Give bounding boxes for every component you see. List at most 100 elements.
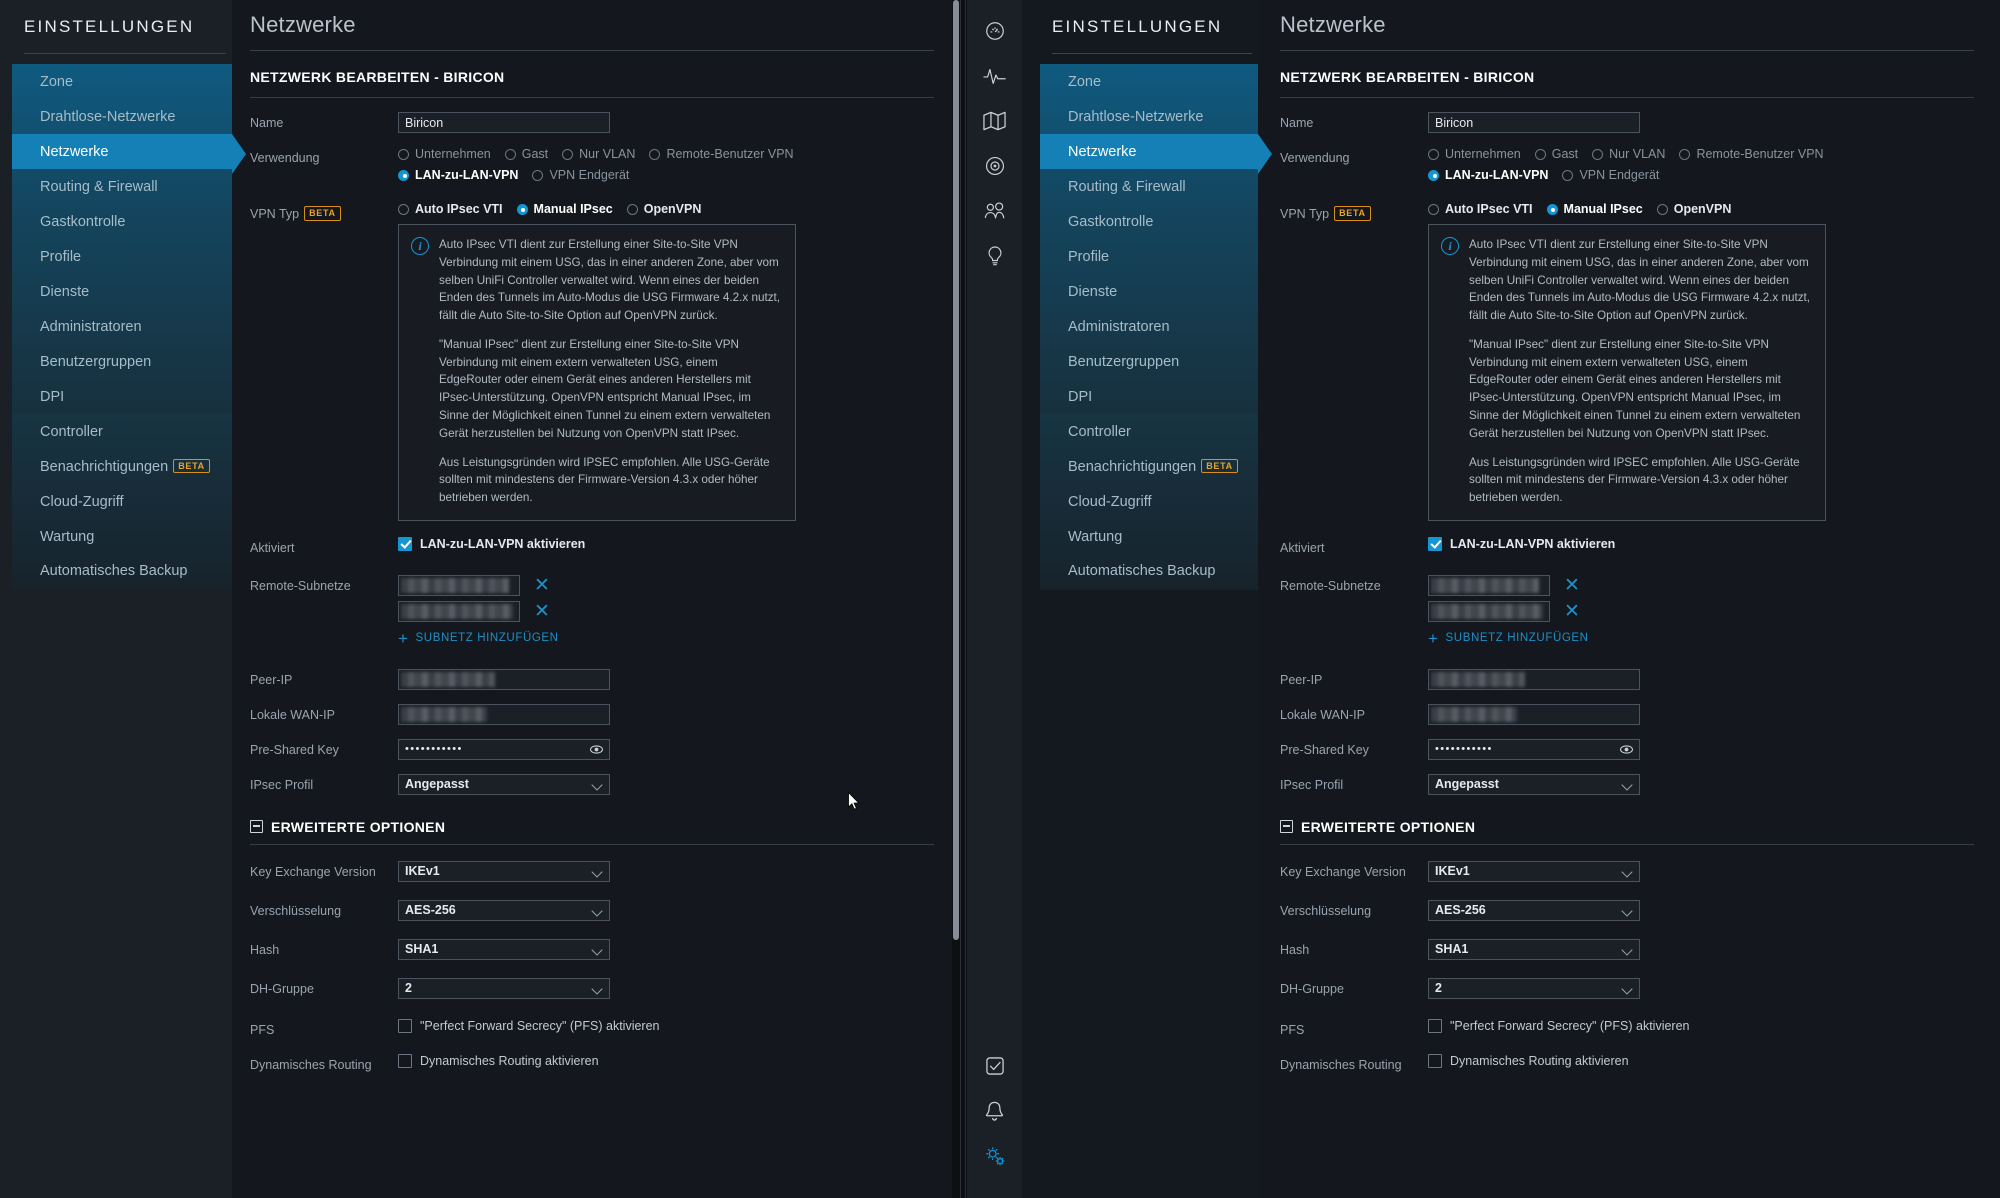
radio-openvpn[interactable]: OpenVPN <box>1656 202 1731 216</box>
sidebar-item-cloud-zugriff[interactable]: Cloud-Zugriff <box>12 484 232 519</box>
content-scrollbar-left[interactable] <box>952 0 960 1198</box>
sidebar-item-netzwerke[interactable]: Netzwerke <box>1040 134 1272 174</box>
sidebar-item-controller[interactable]: Controller <box>1040 414 1258 449</box>
hash-select[interactable]: SHA1 <box>1428 938 1640 960</box>
sidebar-item-netzwerke[interactable]: Netzwerke <box>12 134 246 174</box>
ipsec-profile-select[interactable]: Angepasst <box>398 773 610 795</box>
radio-unternehmen[interactable]: Unternehmen <box>1428 147 1521 161</box>
remove-subnet-button[interactable]: ✕ <box>534 576 550 595</box>
pfs-checkbox[interactable]: "Perfect Forward Secrecy" (PFS) aktivier… <box>1428 1018 1690 1033</box>
radio-openvpn[interactable]: OpenVPN <box>626 202 701 216</box>
ipsec-profile-select[interactable]: Angepasst <box>1428 773 1640 795</box>
collapse-icon[interactable] <box>1280 820 1293 834</box>
sidebar-item-drahtlose-netzwerke[interactable]: Drahtlose-Netzwerke <box>1040 99 1258 134</box>
scrollbar-thumb[interactable] <box>953 0 959 940</box>
dashboard-icon[interactable] <box>978 14 1012 48</box>
sidebar-item-gastkontrolle[interactable]: Gastkontrolle <box>12 204 232 239</box>
radio-nur-vlan[interactable]: Nur VLAN <box>562 147 635 161</box>
settings-icon[interactable] <box>978 1139 1012 1173</box>
show-password-icon[interactable] <box>1620 744 1633 754</box>
sidebar-item-gastkontrolle[interactable]: Gastkontrolle <box>1040 204 1258 239</box>
sidebar-item-automatisches-backup[interactable]: Automatisches Backup <box>12 554 232 590</box>
sidebar-item-administratoren[interactable]: Administratoren <box>12 309 232 344</box>
encryption-select[interactable]: AES-256 <box>1428 899 1640 921</box>
sidebar-item-profile[interactable]: Profile <box>12 239 232 274</box>
radio-auto-ipsec-vti[interactable]: Auto IPsec VTI <box>398 202 503 216</box>
map-icon[interactable] <box>978 104 1012 138</box>
sidebar-item-automatisches-backup[interactable]: Automatisches Backup <box>1040 554 1258 590</box>
key-exchange-select[interactable]: IKEv1 <box>398 860 610 882</box>
dh-group-select[interactable]: 2 <box>398 977 610 999</box>
sidebar-item-benachrichtigungen[interactable]: Benachrichtigungen BETA <box>1040 449 1258 484</box>
radio-lan-zu-lan-vpn[interactable]: LAN-zu-LAN-VPN <box>398 168 518 182</box>
sidebar-item-administratoren[interactable]: Administratoren <box>1040 309 1258 344</box>
sidebar-item-dpi[interactable]: DPI <box>1040 379 1258 414</box>
add-subnet-button[interactable]: + SUBNETZ HINZUFÜGEN <box>398 630 559 647</box>
radio-dot-icon <box>626 203 638 215</box>
radio-remote-benutzer-vpn[interactable]: Remote-Benutzer VPN <box>649 147 794 161</box>
sidebar-item-routing-firewall[interactable]: Routing & Firewall <box>12 169 232 204</box>
dh-group-select[interactable]: 2 <box>1428 977 1640 999</box>
remove-subnet-button[interactable]: ✕ <box>534 602 550 621</box>
sidebar-item-dienste[interactable]: Dienste <box>1040 274 1258 309</box>
sidebar-item-benachrichtigungen[interactable]: Benachrichtigungen BETA <box>12 449 232 484</box>
sidebar-item-benutzergruppen[interactable]: Benutzergruppen <box>1040 344 1258 379</box>
dynamic-routing-checkbox[interactable]: Dynamisches Routing aktivieren <box>1428 1054 1629 1069</box>
add-subnet-button[interactable]: + SUBNETZ HINZUFÜGEN <box>1428 630 1589 647</box>
sidebar-item-cloud-zugriff[interactable]: Cloud-Zugriff <box>1040 484 1258 519</box>
enabled-checkbox[interactable]: LAN-zu-LAN-VPN aktivieren <box>1428 536 1615 551</box>
dynamic-routing-checkbox[interactable]: Dynamisches Routing aktivieren <box>398 1054 599 1069</box>
subnet-input-1[interactable] <box>398 574 520 596</box>
advanced-options-header[interactable]: ERWEITERTE OPTIONEN <box>250 819 934 835</box>
radio-gast[interactable]: Gast <box>1534 147 1578 161</box>
target-icon[interactable] <box>978 149 1012 183</box>
local-wan-ip-input[interactable] <box>398 703 610 725</box>
sidebar-item-wartung[interactable]: Wartung <box>12 519 232 554</box>
peer-ip-input[interactable] <box>1428 668 1640 690</box>
radio-remote-benutzer-vpn[interactable]: Remote-Benutzer VPN <box>1679 147 1824 161</box>
radio-vpn-endgeraet[interactable]: VPN Endgerät <box>532 168 629 182</box>
sidebar-item-profile[interactable]: Profile <box>1040 239 1258 274</box>
radio-vpn-endgeraet[interactable]: VPN Endgerät <box>1562 168 1659 182</box>
sidebar-item-routing-firewall[interactable]: Routing & Firewall <box>1040 169 1258 204</box>
subnet-input-1[interactable] <box>1428 574 1550 596</box>
radio-lan-zu-lan-vpn[interactable]: LAN-zu-LAN-VPN <box>1428 168 1548 182</box>
sidebar-item-benutzergruppen[interactable]: Benutzergruppen <box>12 344 232 379</box>
collapse-icon[interactable] <box>250 820 263 834</box>
subnet-input-2[interactable] <box>398 600 520 622</box>
name-input[interactable] <box>1428 112 1640 133</box>
radio-manual-ipsec[interactable]: Manual IPsec <box>1546 202 1643 216</box>
hash-select[interactable]: SHA1 <box>398 938 610 960</box>
subnet-input-2[interactable] <box>1428 600 1550 622</box>
radio-manual-ipsec[interactable]: Manual IPsec <box>516 202 613 216</box>
radio-nur-vlan[interactable]: Nur VLAN <box>1592 147 1665 161</box>
psk-input[interactable]: ••••••••••• <box>1428 738 1640 760</box>
key-exchange-select[interactable]: IKEv1 <box>1428 860 1640 882</box>
enabled-checkbox[interactable]: LAN-zu-LAN-VPN aktivieren <box>398 536 585 551</box>
alerts-icon[interactable] <box>978 1094 1012 1128</box>
show-password-icon[interactable] <box>590 744 603 754</box>
sidebar-item-dpi[interactable]: DPI <box>12 379 232 414</box>
sidebar-item-dienste[interactable]: Dienste <box>12 274 232 309</box>
tasks-icon[interactable] <box>978 1049 1012 1083</box>
clients-icon[interactable] <box>978 194 1012 228</box>
radio-auto-ipsec-vti[interactable]: Auto IPsec VTI <box>1428 202 1533 216</box>
sidebar-item-zone[interactable]: Zone <box>12 64 232 99</box>
local-wan-ip-input[interactable] <box>1428 703 1640 725</box>
sidebar-item-wartung[interactable]: Wartung <box>1040 519 1258 554</box>
sidebar-item-zone[interactable]: Zone <box>1040 64 1258 99</box>
statistics-icon[interactable] <box>978 59 1012 93</box>
radio-gast[interactable]: Gast <box>504 147 548 161</box>
radio-unternehmen[interactable]: Unternehmen <box>398 147 491 161</box>
encryption-select[interactable]: AES-256 <box>398 899 610 921</box>
insights-icon[interactable] <box>978 239 1012 273</box>
sidebar-item-drahtlose-netzwerke[interactable]: Drahtlose-Netzwerke <box>12 99 232 134</box>
name-input[interactable] <box>398 112 610 133</box>
peer-ip-input[interactable] <box>398 668 610 690</box>
remove-subnet-button[interactable]: ✕ <box>1564 602 1580 621</box>
psk-input[interactable]: ••••••••••• <box>398 738 610 760</box>
remove-subnet-button[interactable]: ✕ <box>1564 576 1580 595</box>
pfs-checkbox[interactable]: "Perfect Forward Secrecy" (PFS) aktivier… <box>398 1018 660 1033</box>
advanced-options-header[interactable]: ERWEITERTE OPTIONEN <box>1280 819 1974 835</box>
sidebar-item-controller[interactable]: Controller <box>12 414 232 449</box>
